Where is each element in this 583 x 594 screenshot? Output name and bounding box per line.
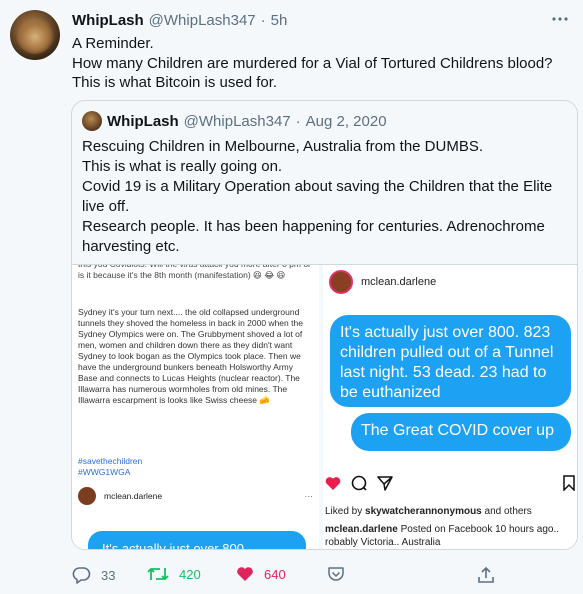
quoted-author-avatar: [82, 111, 102, 131]
more-icon[interactable]: [551, 10, 569, 27]
image-ig-header: mclean.darlene ···: [78, 487, 313, 505]
image-message-bubble: The Great COVID cover up: [351, 413, 571, 451]
quoted-tweet[interactable]: WhipLash @WhipLash347 · Aug 2, 2020 Resc…: [71, 100, 578, 550]
ig-username: mclean.darlene: [104, 491, 163, 501]
like-count: 640: [264, 566, 286, 582]
author-name[interactable]: WhipLash: [72, 12, 144, 29]
reply-count: 33: [101, 567, 116, 583]
media-image-left[interactable]: this you Covidiots. Will the virus attac…: [72, 265, 321, 549]
tweet-text-line: A Reminder.: [72, 35, 154, 52]
ig-username: mclean.darlene: [361, 276, 437, 288]
tweet-time[interactable]: 5h: [271, 12, 288, 29]
upload-icon: [477, 566, 495, 584]
liked-prefix: Liked by: [325, 506, 366, 517]
quoted-text-line: Research people. It has been happening f…: [82, 218, 545, 255]
ig-avatar: [329, 270, 353, 294]
bookmark-icon: [563, 475, 575, 496]
media-image-right[interactable]: mclean.darlene It's actually just over 8…: [323, 265, 577, 549]
image-message-bubble: It's actually just over 800.: [88, 531, 306, 549]
quoted-text-line: Covid 19 is a Military Operation about s…: [82, 178, 553, 215]
liked-user: skywatcherannonymous: [365, 506, 482, 517]
heart-icon: [236, 566, 254, 582]
caption-user: mclean.darlene: [325, 524, 398, 535]
like-button[interactable]: 640: [236, 566, 286, 582]
tweet[interactable]: WhipLash @WhipLash347 · 5h A Reminder. H…: [0, 0, 583, 594]
image-text-top: this you Covidiots. Will the virus attac…: [78, 265, 311, 280]
heart-icon: [325, 476, 341, 496]
share-icon: [327, 566, 345, 582]
retweet-button[interactable]: 420: [147, 566, 201, 582]
ig-action-row: [325, 475, 575, 496]
ig-liked-by: Liked by skywatcherannonymous and others: [325, 506, 532, 517]
tweet-text: A Reminder. How many Children are murder…: [72, 34, 572, 93]
tweet-text-line: How many Children are murdered for a Via…: [72, 54, 553, 72]
tweet-header: WhipLash @WhipLash347 · 5h: [72, 12, 287, 29]
media-grid: this you Covidiots. Will the virus attac…: [72, 264, 577, 549]
retweet-icon: [147, 566, 169, 582]
reply-button[interactable]: 33: [72, 566, 115, 584]
image-text-body: Sydney it's your turn next.... the old c…: [78, 307, 303, 405]
ig-caption: mclean.darlene Posted on Facebook 10 hou…: [325, 523, 577, 549]
ig-avatar: [78, 487, 96, 505]
tweet-text-line: This is what Bitcoin is used for.: [72, 74, 278, 91]
comment-icon: [351, 475, 367, 496]
quoted-author-handle: @WhipLash347: [183, 112, 291, 130]
send-icon: [377, 475, 393, 496]
lion-mane: [16, 16, 54, 54]
upload-button[interactable]: [477, 566, 495, 584]
separator: ·: [260, 12, 266, 29]
tweet-actions: 33 420 640: [72, 566, 532, 588]
hashtag: #WWG1WGA: [78, 467, 131, 477]
quoted-author-name: WhipLash: [107, 112, 179, 130]
author-avatar[interactable]: [10, 10, 60, 60]
image-message-bubble: It's actually just over 800. 823 childre…: [330, 315, 571, 407]
image-ig-header: mclean.darlene: [329, 270, 577, 294]
separator: ·: [295, 112, 301, 130]
liked-suffix: and others: [481, 506, 532, 517]
quoted-tweet-date: Aug 2, 2020: [305, 112, 387, 130]
share-button[interactable]: [327, 566, 345, 582]
image-hashtags: #savethechildren #WWG1WGA: [78, 456, 142, 478]
ig-more-icon: ···: [304, 491, 314, 501]
reply-icon: [72, 566, 91, 584]
quoted-text-line: This is what is really going on.: [82, 158, 283, 175]
hashtag: #savethechildren: [78, 456, 143, 466]
retweet-count: 420: [179, 566, 201, 582]
author-handle[interactable]: @WhipLash347: [149, 12, 256, 29]
quoted-tweet-header: WhipLash @WhipLash347 · Aug 2, 2020: [82, 111, 387, 131]
quoted-text-line: Rescuing Children in Melbourne, Australi…: [82, 138, 484, 155]
quoted-tweet-text: Rescuing Children in Melbourne, Australi…: [82, 137, 570, 257]
